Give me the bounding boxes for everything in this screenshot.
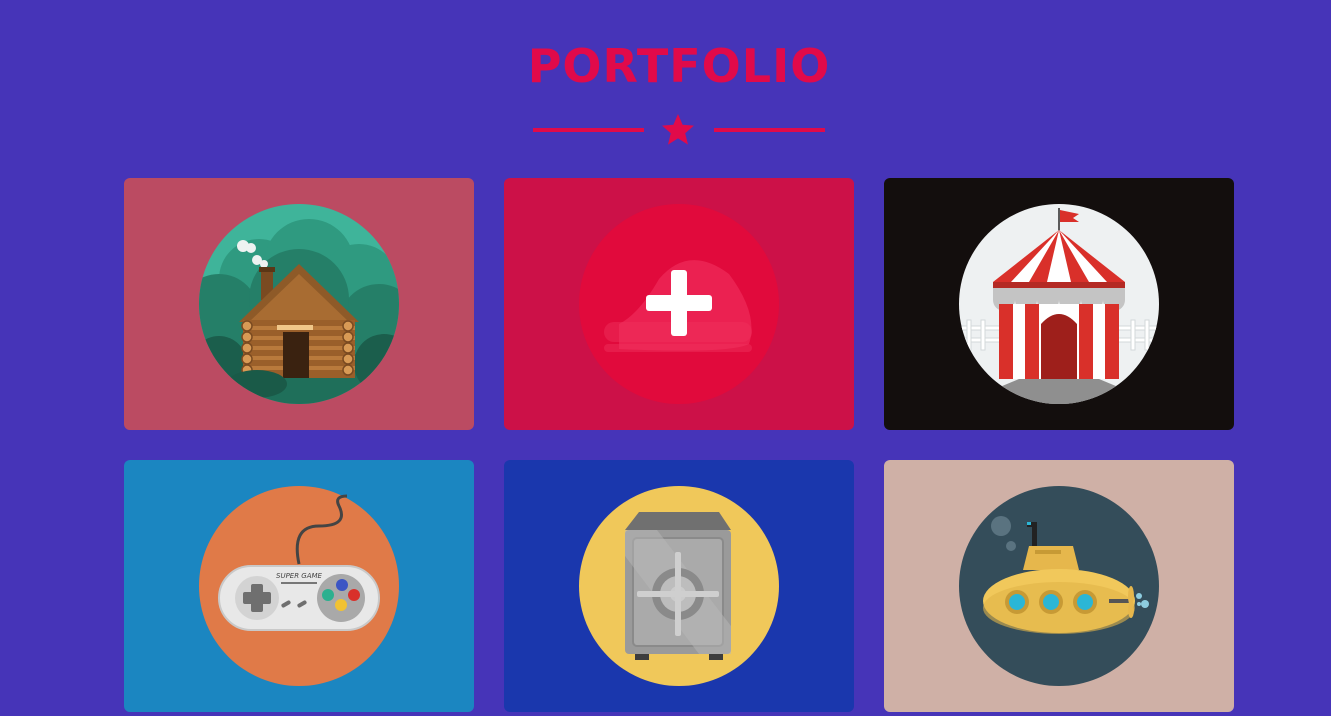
divider-line-right — [714, 128, 825, 132]
game-controller-icon: SUPER GAME — [199, 486, 399, 686]
star-icon — [662, 114, 694, 145]
controller-brand-label: SUPER GAME — [276, 572, 323, 580]
circus-tent-icon — [959, 204, 1159, 404]
portfolio-item-hovered[interactable] — [504, 178, 854, 430]
title-divider — [533, 112, 825, 148]
portfolio-item-circus[interactable] — [884, 178, 1234, 430]
divider-line-left — [533, 128, 644, 132]
portfolio-section: PORTFOLIO SUPER GAME — [0, 0, 1331, 716]
safe-icon — [579, 486, 779, 686]
submarine-icon — [959, 486, 1159, 686]
portfolio-item-cabin[interactable] — [124, 178, 474, 430]
log-cabin-icon — [199, 204, 399, 404]
plus-icon — [579, 204, 779, 404]
page-title: PORTFOLIO — [527, 39, 831, 93]
portfolio-item-controller[interactable]: SUPER GAME — [124, 460, 474, 712]
portfolio-item-safe[interactable] — [504, 460, 854, 712]
portfolio-item-submarine[interactable] — [884, 460, 1234, 712]
